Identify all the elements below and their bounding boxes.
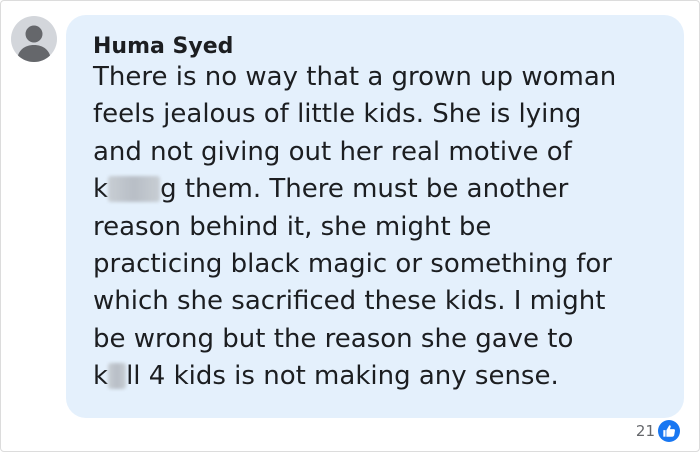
comment-line: which she sacrificed these kids. I might [93,286,606,317]
line-start-text: k [93,174,109,205]
line-end-text: ll 4 kids is not making any sense. [126,361,559,392]
comment-line: reason behind it, she might be [93,211,492,242]
comment-text: There is no way that a grown up woman fe… [93,59,673,396]
like-icon [658,420,680,442]
user-silhouette-icon [17,25,51,62]
censored-blur [108,176,161,203]
reaction-summary[interactable]: 21 [636,420,680,442]
comment-line: There is no way that a grown up woman [93,62,617,92]
comment-line: be wrong but the reason she gave to [93,323,574,354]
comment-line: k g them. There must be another [93,171,673,208]
comment-line: practicing black magic or something for [93,249,612,280]
avatar[interactable] [11,16,57,62]
comment-line: k ll 4 kids is not making any sense. [93,358,673,395]
comment-line: and not giving out her real motive of [93,136,572,167]
censored-blur [108,363,127,390]
line-start-text: k [93,361,109,392]
comment-line: feels jealous of little kids. She is lyi… [93,99,582,130]
line-end-text: g them. There must be another [160,174,569,205]
thumbs-up-icon [663,425,675,437]
reaction-count: 21 [635,422,655,440]
comment-author[interactable]: Huma Syed [93,33,233,61]
